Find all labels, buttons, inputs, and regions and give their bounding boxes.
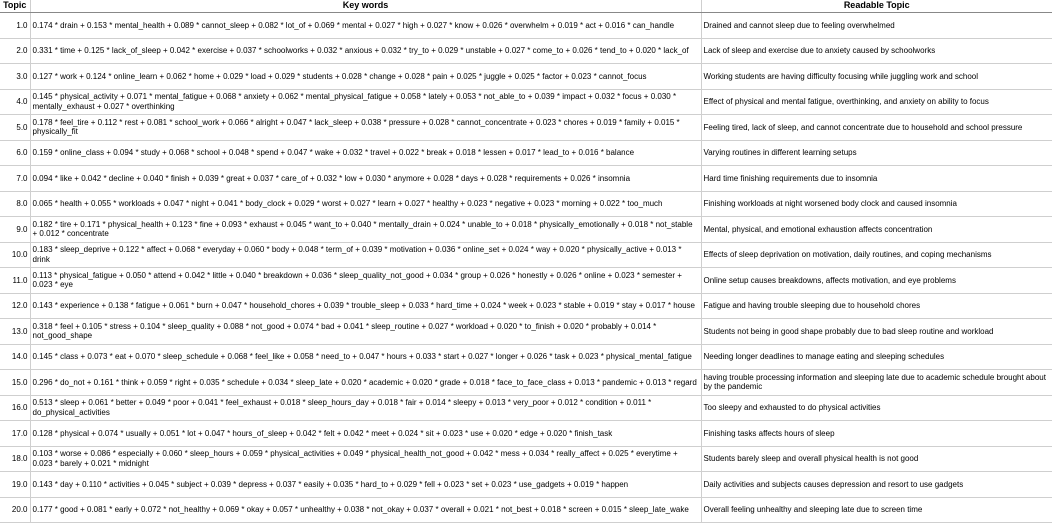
keywords-cell: 0.177 * good + 0.081 * early + 0.072 * n… [29, 497, 701, 523]
topic-number: 12.0 [0, 293, 30, 319]
table-row: 17.0 0.128 * physical + 0.074 * usually +… [0, 420, 1052, 447]
topic-number: 9.0 [0, 216, 30, 243]
table-row: 1.0 0.174 * drain + 0.153 * mental_health… [0, 12, 1052, 39]
table-row: 13.0 0.318 * feel + 0.105 * stress + 0.10… [0, 318, 1052, 345]
topic-number: 10.0 [0, 242, 30, 268]
keywords-cell: 0.128 * physical + 0.074 * usually + 0.0… [29, 420, 701, 447]
table-row: 10.0 0.183 * sleep_deprive + 0.122 * affe… [0, 242, 1052, 268]
topics-table: Topic Key words Readable Topic 1.0 0.174 … [0, 0, 1052, 523]
topic-number: 7.0 [0, 165, 30, 192]
readable-topic-cell: Drained and cannot sleep due to feeling … [700, 12, 1052, 39]
readable-topic-cell: Fatigue and having trouble sleeping due … [700, 293, 1052, 319]
table-row: 8.0 0.065 * health + 0.055 * workloads + … [0, 191, 1052, 217]
keywords-cell: 0.182 * tire + 0.171 * physical_health +… [29, 216, 701, 243]
keywords-cell: 0.159 * online_class + 0.094 * study + 0… [29, 140, 701, 166]
table-row: 11.0 0.113 * physical_fatigue + 0.050 * a… [0, 267, 1052, 294]
topic-number: 16.0 [0, 395, 30, 421]
readable-topic-cell: Overall feeling unhealthy and sleeping l… [700, 497, 1052, 523]
readable-topic-cell: Finishing workloads at night worsened bo… [700, 191, 1052, 217]
readable-topic-cell: Feeling tired, lack of sleep, and cannot… [700, 114, 1052, 141]
topic-number: 3.0 [0, 63, 30, 90]
keywords-cell: 0.113 * physical_fatigue + 0.050 * atten… [29, 267, 701, 294]
table-row: 19.0 0.143 * day + 0.110 * activities + 0… [0, 471, 1052, 498]
topic-number: 17.0 [0, 420, 30, 447]
table-row: 20.0 0.177 * good + 0.081 * early + 0.072… [0, 497, 1052, 523]
keywords-cell: 0.331 * time + 0.125 * lack_of_sleep + 0… [29, 38, 701, 64]
table-row: 9.0 0.182 * tire + 0.171 * physical_healt… [0, 216, 1052, 243]
readable-topic-cell: Students barely sleep and overall physic… [700, 446, 1052, 472]
readable-topic-cell: having trouble processing information an… [700, 369, 1052, 396]
readable-topic-cell: Effects of sleep deprivation on motivati… [700, 242, 1052, 268]
topic-number: 6.0 [0, 140, 30, 166]
table-row: 3.0 0.127 * work + 0.124 * online_learn +… [0, 63, 1052, 90]
topic-number: 18.0 [0, 446, 30, 472]
topic-number: 13.0 [0, 318, 30, 345]
keywords-cell: 0.143 * experience + 0.138 * fatigue + 0… [29, 293, 701, 319]
readable-topic-cell: Effect of physical and mental fatigue, o… [700, 89, 1052, 115]
keywords-cell: 0.178 * feel_tire + 0.112 * rest + 0.081… [29, 114, 701, 141]
table-row: 15.0 0.296 * do_not + 0.161 * think + 0.0… [0, 369, 1052, 396]
table-row: 18.0 0.103 * worse + 0.086 * especially +… [0, 446, 1052, 472]
keywords-cell: 0.103 * worse + 0.086 * especially + 0.0… [29, 446, 701, 472]
readable-topic-cell: Lack of sleep and exercise due to anxiet… [700, 38, 1052, 64]
keywords-cell: 0.145 * physical_activity + 0.071 * ment… [29, 89, 701, 115]
readable-topic-cell: Online setup causes breakdowns, affects … [700, 267, 1052, 294]
keywords-cell: 0.094 * like + 0.042 * decline + 0.040 *… [29, 165, 701, 192]
keywords-cell: 0.513 * sleep + 0.061 * better + 0.049 *… [29, 395, 701, 421]
readable-topic-cell: Too sleepy and exhausted to do physical … [700, 395, 1052, 421]
table-row: 5.0 0.178 * feel_tire + 0.112 * rest + 0.… [0, 114, 1052, 141]
readable-topic-cell: Varying routines in different learning s… [700, 140, 1052, 166]
header-topic: Topic [0, 0, 30, 13]
table-row: 12.0 0.143 * experience + 0.138 * fatigue… [0, 293, 1052, 319]
topic-number: 2.0 [0, 38, 30, 64]
keywords-cell: 0.065 * health + 0.055 * workloads + 0.0… [29, 191, 701, 217]
table-row: 16.0 0.513 * sleep + 0.061 * better + 0.0… [0, 395, 1052, 421]
table-row: 7.0 0.094 * like + 0.042 * decline + 0.04… [0, 165, 1052, 192]
topic-number: 11.0 [0, 267, 30, 294]
keywords-cell: 0.145 * class + 0.073 * eat + 0.070 * sl… [29, 344, 701, 370]
readable-topic-cell: Needing longer deadlines to manage eatin… [700, 344, 1052, 370]
header-row: Topic Key words Readable Topic [0, 0, 1052, 13]
topic-number: 19.0 [0, 471, 30, 498]
topic-number: 5.0 [0, 114, 30, 141]
keywords-cell: 0.318 * feel + 0.105 * stress + 0.104 * … [29, 318, 701, 345]
readable-topic-cell: Daily activities and subjects causes dep… [700, 471, 1052, 498]
keywords-cell: 0.127 * work + 0.124 * online_learn + 0.… [29, 63, 701, 90]
topic-number: 1.0 [0, 12, 30, 39]
topic-number: 15.0 [0, 369, 30, 396]
keywords-cell: 0.183 * sleep_deprive + 0.122 * affect +… [29, 242, 701, 268]
table-body: 1.0 0.174 * drain + 0.153 * mental_health… [0, 12, 1052, 523]
readable-topic-cell: Students not being in good shape probabl… [700, 318, 1052, 345]
topic-number: 14.0 [0, 344, 30, 370]
readable-topic-cell: Mental, physical, and emotional exhausti… [700, 216, 1052, 243]
readable-topic-cell: Working students are having difficulty f… [700, 63, 1052, 90]
keywords-cell: 0.174 * drain + 0.153 * mental_health + … [29, 12, 701, 39]
topic-number: 4.0 [0, 89, 30, 115]
keywords-cell: 0.296 * do_not + 0.161 * think + 0.059 *… [29, 369, 701, 396]
readable-topic-cell: Finishing tasks affects hours of sleep [700, 420, 1052, 447]
keywords-cell: 0.143 * day + 0.110 * activities + 0.045… [29, 471, 701, 498]
readable-topic-cell: Hard time finishing requirements due to … [700, 165, 1052, 192]
table-row: 2.0 0.331 * time + 0.125 * lack_of_sleep … [0, 38, 1052, 64]
header-keywords: Key words [29, 0, 701, 13]
table-row: 6.0 0.159 * online_class + 0.094 * study … [0, 140, 1052, 166]
header-readable-topic: Readable Topic [700, 0, 1052, 13]
topic-number: 8.0 [0, 191, 30, 217]
topic-number: 20.0 [0, 497, 30, 523]
table-row: 14.0 0.145 * class + 0.073 * eat + 0.070 … [0, 344, 1052, 370]
table-row: 4.0 0.145 * physical_activity + 0.071 * m… [0, 89, 1052, 115]
